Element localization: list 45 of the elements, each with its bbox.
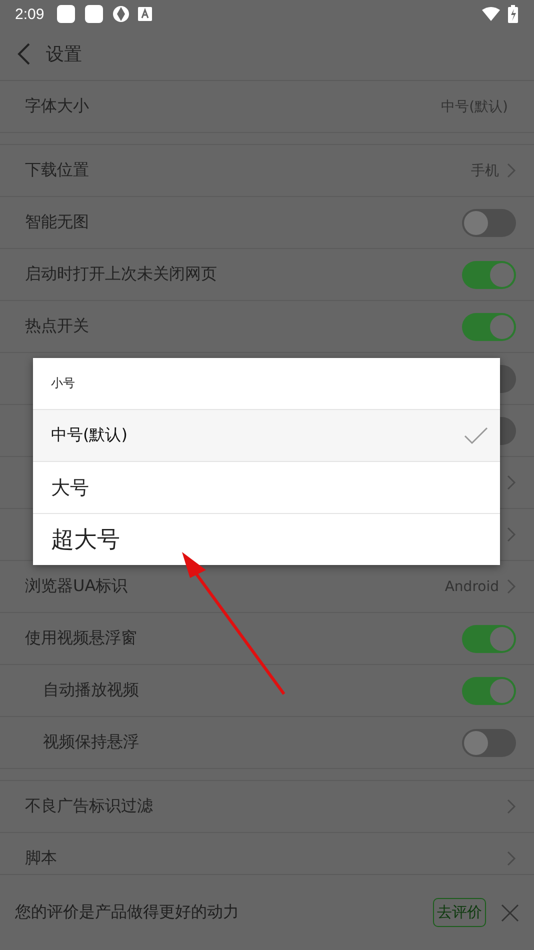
chevron-right-icon bbox=[507, 851, 516, 866]
setting-label: 视频保持悬浮 bbox=[43, 732, 139, 753]
rating-prompt: 您的评价是产品做得更好的动力 bbox=[15, 902, 239, 923]
battery-icon bbox=[508, 5, 518, 23]
chevron-right-icon bbox=[507, 799, 516, 814]
toggle-switch[interactable] bbox=[462, 728, 516, 756]
keyboard-icon bbox=[138, 7, 152, 21]
notification-icon bbox=[84, 4, 104, 24]
settings-row[interactable]: 启动时打开上次未关闭网页 bbox=[0, 249, 534, 301]
wifi-icon bbox=[482, 7, 500, 21]
chevron-right-icon bbox=[507, 163, 516, 178]
setting-label: 下载位置 bbox=[25, 160, 89, 181]
settings-row[interactable]: 自动播放视频 bbox=[0, 665, 534, 717]
aperture-icon bbox=[112, 5, 130, 23]
settings-row[interactable]: 智能无图 bbox=[0, 197, 534, 249]
setting-label: 浏览器UA标识 bbox=[25, 576, 128, 597]
chevron-right-icon bbox=[507, 579, 516, 594]
settings-row[interactable]: 不良广告标识过滤 bbox=[0, 781, 534, 833]
toggle-switch[interactable] bbox=[462, 624, 516, 652]
setting-label: 热点开关 bbox=[25, 316, 89, 337]
notification-icon bbox=[56, 4, 76, 24]
settings-row[interactable]: 使用视频悬浮窗 bbox=[0, 613, 534, 665]
rate-button[interactable]: 去评价 bbox=[433, 898, 486, 927]
checkmark-icon bbox=[464, 426, 488, 444]
toggle-switch[interactable] bbox=[462, 312, 516, 340]
toggle-switch[interactable] bbox=[462, 208, 516, 236]
back-icon[interactable] bbox=[17, 43, 31, 65]
setting-label: 字体大小 bbox=[25, 96, 89, 117]
chevron-right-icon bbox=[507, 527, 516, 542]
setting-label: 启动时打开上次未关闭网页 bbox=[25, 264, 217, 285]
toggle-switch[interactable] bbox=[462, 676, 516, 704]
font-size-option[interactable]: 中号(默认) bbox=[33, 410, 500, 462]
close-icon[interactable] bbox=[500, 902, 520, 922]
setting-label: 脚本 bbox=[25, 848, 57, 869]
chevron-right-icon bbox=[507, 475, 516, 490]
clock-time: 2:09 bbox=[15, 6, 44, 22]
toggle-switch[interactable] bbox=[462, 260, 516, 288]
page-title: 设置 bbox=[46, 43, 82, 66]
settings-row[interactable]: 热点开关 bbox=[0, 301, 534, 353]
font-size-option[interactable]: 大号 bbox=[33, 462, 500, 514]
setting-label: 使用视频悬浮窗 bbox=[25, 628, 137, 649]
setting-label: 智能无图 bbox=[25, 212, 89, 233]
setting-label: 不良广告标识过滤 bbox=[25, 796, 153, 817]
setting-label: 自动播放视频 bbox=[43, 680, 139, 701]
settings-row[interactable]: 视频保持悬浮 bbox=[0, 717, 534, 769]
